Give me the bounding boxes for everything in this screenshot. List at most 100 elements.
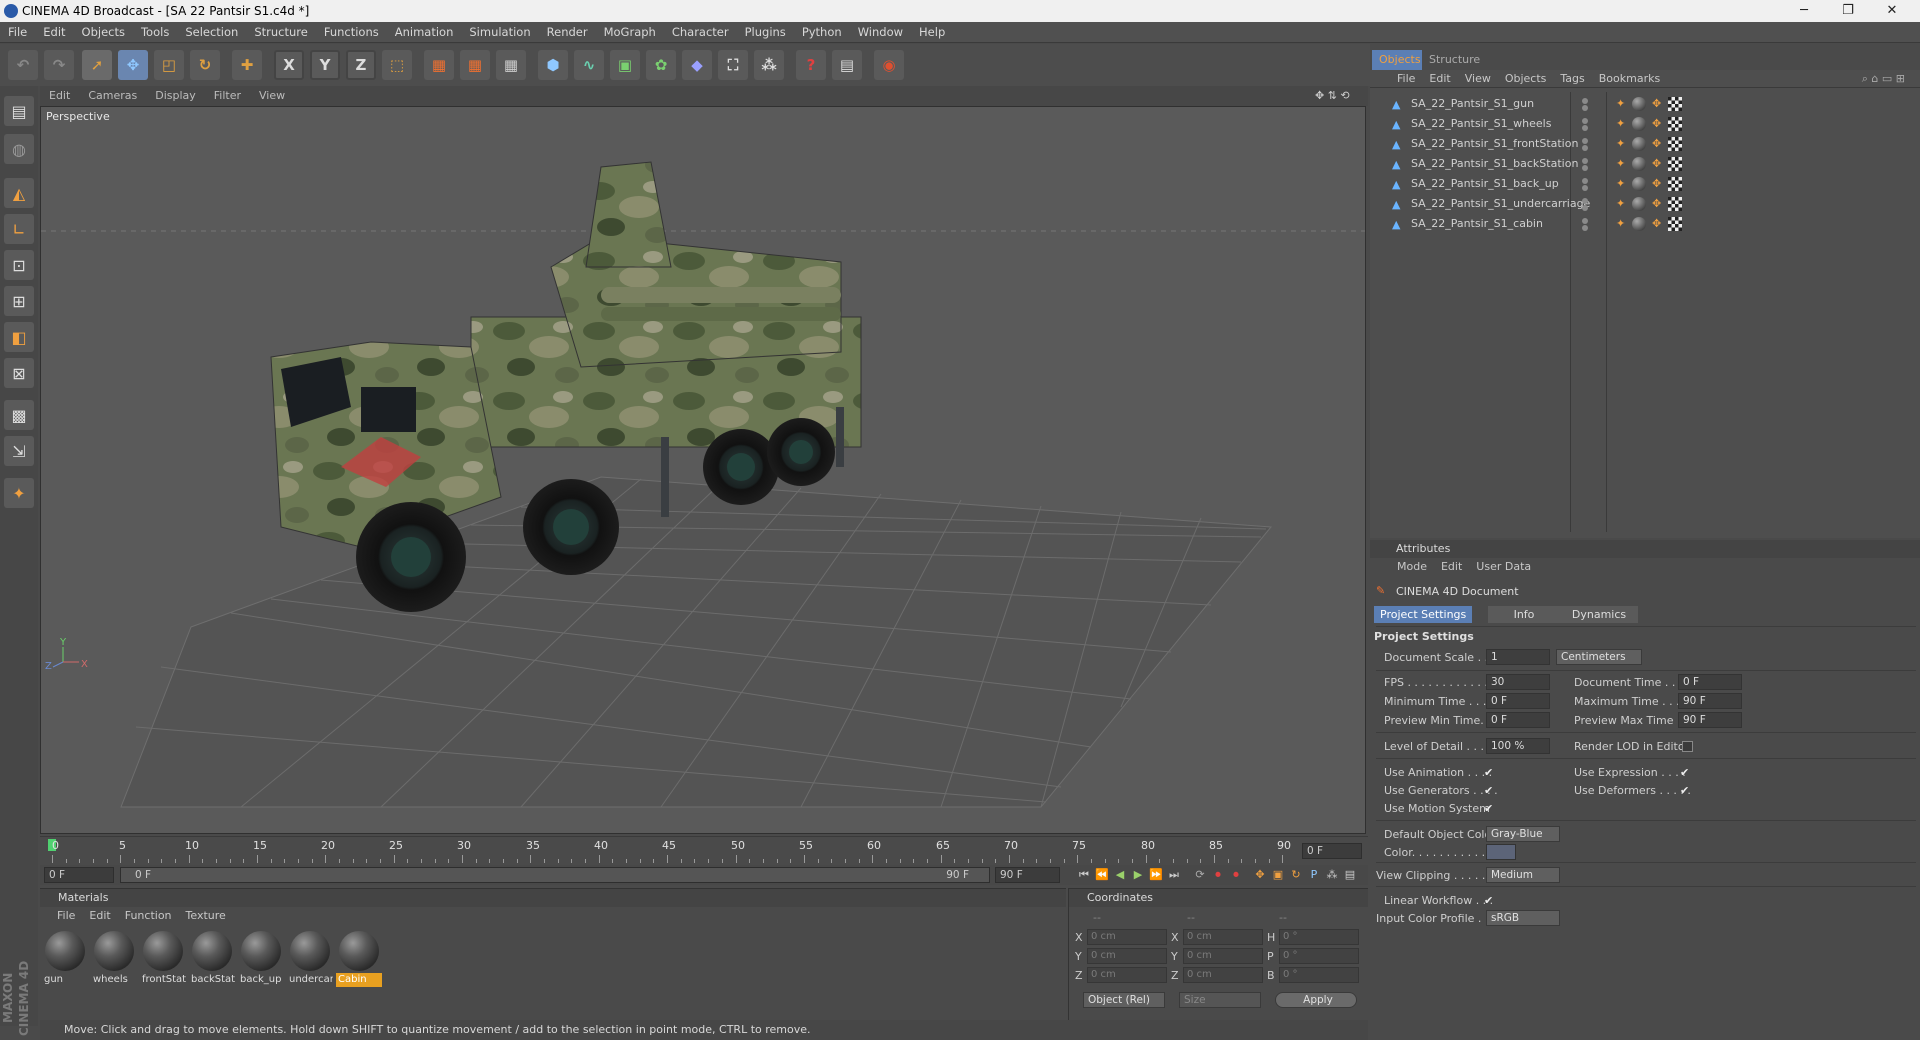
phong-tag-icon[interactable]: ✦ [1616,117,1630,131]
render-dot[interactable] [1582,225,1588,231]
scale-tool-icon[interactable]: ◰ [154,50,184,80]
prev-key-icon[interactable]: ⏪ [1094,867,1110,883]
material-swatch[interactable]: back_up [238,929,284,991]
material-tag-icon[interactable] [1632,117,1646,131]
viewport-menu-display[interactable]: Display [146,86,205,106]
object-row[interactable]: ▲ SA_22_Pantsir_S1_gun ✦ ✥ [1376,94,1916,114]
render-dot[interactable] [1582,165,1588,171]
menu-character[interactable]: Character [664,22,737,43]
viewport-layout-icon[interactable]: ▤ [4,96,34,126]
workplane-icon[interactable]: ∟ [4,214,34,244]
menu-animation[interactable]: Animation [387,22,462,43]
visibility-dot[interactable] [1582,138,1588,144]
material-tag-icon[interactable] [1632,97,1646,111]
object-row[interactable]: ▲ SA_22_Pantsir_S1_undercarriage ✦ ✥ [1376,194,1916,214]
menu-mograph[interactable]: MoGraph [596,22,664,43]
phong-tag-icon[interactable]: ✦ [1616,217,1630,231]
texture-tag-icon[interactable] [1668,97,1682,111]
visibility-dot[interactable] [1582,158,1588,164]
menu-help[interactable]: Help [911,22,953,43]
scene-icon[interactable]: ⛶ [718,50,748,80]
tab-info[interactable]: Info [1488,606,1560,623]
objects-menu-file[interactable]: File [1390,70,1422,88]
render-dot[interactable] [1582,105,1588,111]
tab-project-settings[interactable]: Project Settings [1374,606,1473,623]
size-x-field[interactable]: 0 cm [1183,929,1263,945]
redo-icon[interactable]: ↷ [44,50,74,80]
viewport-menu-edit[interactable]: Edit [40,86,79,106]
tab-objects[interactable]: Objects [1372,50,1428,70]
objects-menu-bookmarks[interactable]: Bookmarks [1592,70,1667,88]
apply-button[interactable]: Apply [1275,992,1357,1008]
menu-file[interactable]: File [0,22,35,43]
viewport-menu-view[interactable]: View [250,86,294,106]
color-swatch[interactable] [1486,844,1516,860]
uvw-tag-icon[interactable]: ✥ [1652,197,1666,211]
preview-min-field[interactable]: 0 F [1486,712,1550,728]
scale-unit-dropdown[interactable]: Centimeters [1556,649,1642,665]
size-y-field[interactable]: 0 cm [1183,948,1263,964]
close-button[interactable]: ✕ [1872,0,1912,22]
rotation-p-field[interactable]: 0 ° [1279,948,1359,964]
use-animation-checkbox[interactable]: ✔ [1484,767,1495,778]
render-picture-viewer-icon[interactable]: ▦ [460,50,490,80]
key-pla-icon[interactable]: ⁂ [1324,867,1340,883]
timeline-ruler[interactable]: 0 5 10 15 20 25 30 35 40 45 50 55 60 65 … [40,836,1368,864]
coordinate-system-icon[interactable]: ⬚ [382,50,412,80]
document-scale-field[interactable]: 1 [1486,649,1550,665]
material-tag-icon[interactable] [1632,177,1646,191]
material-swatch[interactable]: undercar [287,929,333,991]
uvw-tag-icon[interactable]: ✥ [1652,97,1666,111]
visibility-dot[interactable] [1582,218,1588,224]
tab-structure[interactable]: Structure [1422,50,1488,70]
texture-tag-icon[interactable] [1668,157,1682,171]
uvw-tag-icon[interactable]: ✥ [1652,137,1666,151]
linear-workflow-checkbox[interactable]: ✔ [1484,895,1495,906]
uvw-tag-icon[interactable]: ✥ [1652,157,1666,171]
perspective-viewport[interactable]: Y X Z Perspective [40,106,1366,834]
view-clipping-dropdown[interactable]: Medium [1486,867,1560,883]
record-icon[interactable]: ⏺ [1210,867,1226,883]
x-axis-lock-icon[interactable]: X [274,50,304,80]
uvw-tag-icon[interactable]: ✥ [1652,177,1666,191]
object-row[interactable]: ▲ SA_22_Pantsir_S1_frontStation ✦ ✥ [1376,134,1916,154]
polygons-mode-icon[interactable]: ◧ [4,322,34,352]
materials-menu-edit[interactable]: Edit [82,907,117,925]
tab-dynamics[interactable]: Dynamics [1560,606,1638,623]
object-row[interactable]: ▲ SA_22_Pantsir_S1_cabin ✦ ✥ [1376,214,1916,234]
phong-tag-icon[interactable]: ✦ [1616,137,1630,151]
rotate-tool-icon[interactable]: ↻ [190,50,220,80]
help-icon[interactable]: ? [796,50,826,80]
fps-field[interactable]: 30 [1486,674,1550,690]
use-generators-checkbox[interactable]: ✔ [1484,785,1495,796]
phong-tag-icon[interactable]: ✦ [1616,97,1630,111]
texture-tag-icon[interactable] [1668,117,1682,131]
render-dot[interactable] [1582,185,1588,191]
material-swatch[interactable]: backStat [189,929,235,991]
material-tag-icon[interactable] [1632,157,1646,171]
axis-mode-icon[interactable]: ⇲ [4,436,34,466]
layout-icon[interactable]: ▤ [832,50,862,80]
deformer-icon[interactable]: ◆ [682,50,712,80]
points-mode-icon[interactable]: ⊡ [4,250,34,280]
default-color-dropdown[interactable]: Gray-Blue [1486,826,1560,842]
menu-edit[interactable]: Edit [35,22,73,43]
next-key-icon[interactable]: ⏩ [1148,867,1164,883]
materials-menu-function[interactable]: Function [118,907,179,925]
undo-icon[interactable]: ↶ [8,50,38,80]
coord-mode-dropdown[interactable]: Object (Rel) [1083,992,1165,1008]
uv-mode-icon[interactable]: ⊠ [4,358,34,388]
menu-render[interactable]: Render [539,22,596,43]
rotation-b-field[interactable]: 0 ° [1279,967,1359,983]
position-z-field[interactable]: 0 cm [1087,967,1167,983]
key-rotation-icon[interactable]: ↻ [1288,867,1304,883]
menu-simulation[interactable]: Simulation [461,22,538,43]
phong-tag-icon[interactable]: ✦ [1616,197,1630,211]
viewport-menu-cameras[interactable]: Cameras [79,86,146,106]
mograph-particles-icon[interactable]: ⁂ [754,50,784,80]
goto-start-icon[interactable]: ⏮ [1076,867,1092,883]
key-scale-icon[interactable]: ▣ [1270,867,1286,883]
menu-functions[interactable]: Functions [316,22,387,43]
minimize-button[interactable]: ─ [1784,0,1824,22]
key-param-icon[interactable]: P [1306,867,1322,883]
